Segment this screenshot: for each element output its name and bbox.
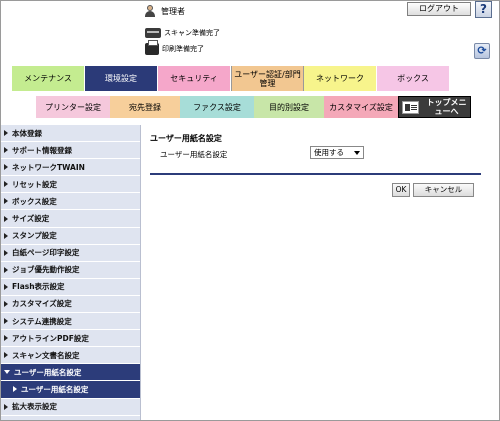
scan-status: スキャン準備完了 [145,28,220,38]
chevron-down-icon [354,151,360,155]
sidebar-item-label: カスタマイズ設定 [12,299,72,309]
sidebar-item-label: リセット設定 [12,179,57,189]
subtab-printer-settings[interactable]: プリンター設定 [36,96,110,118]
sidebar-item-system-integration[interactable]: システム連携設定 [1,313,140,331]
print-status: 印刷準備完了 [145,40,204,55]
tab-environment-settings[interactable]: 環境設定 [85,66,158,91]
sidebar-item-user-paper-name[interactable]: ユーザー用紙名設定 [1,364,140,382]
sidebar-item-customize[interactable]: カスタマイズ設定 [1,296,140,314]
subtab-address-registration[interactable]: 宛先登録 [110,96,180,118]
arrow-right-icon [4,403,8,410]
sidebar-item-label: ボックス設定 [12,196,57,206]
arrow-right-icon [4,300,8,307]
subtab-customize-settings[interactable]: カスタマイズ設定 [324,96,398,118]
arrow-right-icon [4,352,8,359]
arrow-right-icon [13,386,17,393]
sidebar-item-network-twain[interactable]: ネットワークTWAIN [1,159,140,177]
admin-icon [143,4,157,18]
sidebar-item-label: 白紙ページ印字設定 [12,248,80,258]
sidebar-item-label: ネットワークTWAIN [12,162,85,172]
user-paper-name-label: ユーザー用紙名設定 [160,150,228,159]
sidebar-item-enlarged-display[interactable]: 拡大表示設定 [1,399,140,416]
sidebar-item-blank-page-print[interactable]: 白紙ページ印字設定 [1,245,140,262]
arrow-right-icon [4,181,8,188]
user-label: 管理者 [161,6,185,16]
scan-status-text: スキャン準備完了 [164,29,220,37]
arrow-right-icon [4,266,8,273]
arrow-right-icon [4,249,8,256]
select-value: 使用する [314,148,344,157]
sidebar-item-job-priority[interactable]: ジョブ優先動作設定 [1,262,140,279]
sidebar-item-label: ユーザー用紙名設定 [14,367,82,377]
sidebar-item-label: Flash表示設定 [12,282,65,292]
page-title: ユーザー用紙名設定 [150,134,222,143]
printer-icon [145,40,159,55]
refresh-icon[interactable]: ⟳ [474,43,490,59]
arrow-right-icon [4,130,8,137]
sidebar-item-reset-settings[interactable]: リセット設定 [1,176,140,194]
sidebar-item-label: 本体登録 [12,128,42,138]
sidebar-item-box-settings[interactable]: ボックス設定 [1,193,140,211]
cancel-button[interactable]: キャンセル [413,183,474,197]
arrow-right-icon [4,335,8,342]
sidebar-item-label: アウトラインPDF設定 [12,333,89,343]
sidebar-item-scan-document-name[interactable]: スキャン文書名設定 [1,347,140,365]
top-menu-button[interactable]: トップメニューへ [398,96,471,118]
help-icon[interactable]: ? [475,1,492,18]
logout-button[interactable]: ログアウト [407,2,471,16]
divider [150,173,481,175]
arrow-right-icon [4,147,8,154]
sidebar-item-label: サイズ設定 [12,214,50,224]
sidebar-item-device-registration[interactable]: 本体登録 [1,125,140,143]
sidebar-item-label: システム連携設定 [12,316,72,326]
sidebar-item-label: スタンプ設定 [12,231,57,241]
arrow-right-icon [4,198,8,205]
arrow-right-icon [4,318,8,325]
sidebar-item-label: 拡大表示設定 [12,402,57,412]
arrow-right-icon [4,215,8,222]
scanner-icon [145,28,161,38]
subtab-purpose-settings[interactable]: 目的別設定 [254,96,324,118]
subtab-fax-settings[interactable]: ファクス設定 [180,96,254,118]
user-info: 管理者 [143,4,185,18]
tab-box[interactable]: ボックス [377,66,450,91]
arrow-down-icon [4,370,10,375]
sidebar-item-label: サポート情報登録 [12,145,72,155]
tab-maintenance[interactable]: メンテナンス [12,66,85,91]
sidebar-item-outline-pdf[interactable]: アウトラインPDF設定 [1,330,140,348]
ok-button[interactable]: OK [392,183,410,197]
sidebar-subitem-user-paper-name[interactable]: ユーザー用紙名設定 [1,381,140,399]
sidebar-item-flash-display[interactable]: Flash表示設定 [1,279,140,296]
top-menu-icon [402,100,419,114]
tab-network[interactable]: ネットワーク [304,66,377,91]
print-status-text: 印刷準備完了 [162,45,204,53]
sidebar-item-label: ジョブ優先動作設定 [12,265,80,275]
sidebar: 本体登録 サポート情報登録 ネットワークTWAIN リセット設定 ボックス設定 … [1,125,141,420]
sidebar-item-support-info[interactable]: サポート情報登録 [1,142,140,160]
sidebar-item-size-settings[interactable]: サイズ設定 [1,210,140,228]
arrow-right-icon [4,232,8,239]
sidebar-item-label: ユーザー用紙名設定 [21,384,89,394]
user-paper-name-select[interactable]: 使用する [310,146,364,159]
arrow-right-icon [4,283,8,290]
top-menu-label: トップメニューへ [426,98,467,116]
arrow-right-icon [4,164,8,171]
tab-user-auth[interactable]: ユーザー認証/部門管理 [231,66,304,91]
tab-security[interactable]: セキュリティ [158,66,231,91]
sidebar-item-label: スキャン文書名設定 [12,350,80,360]
sidebar-item-stamp-settings[interactable]: スタンプ設定 [1,228,140,245]
